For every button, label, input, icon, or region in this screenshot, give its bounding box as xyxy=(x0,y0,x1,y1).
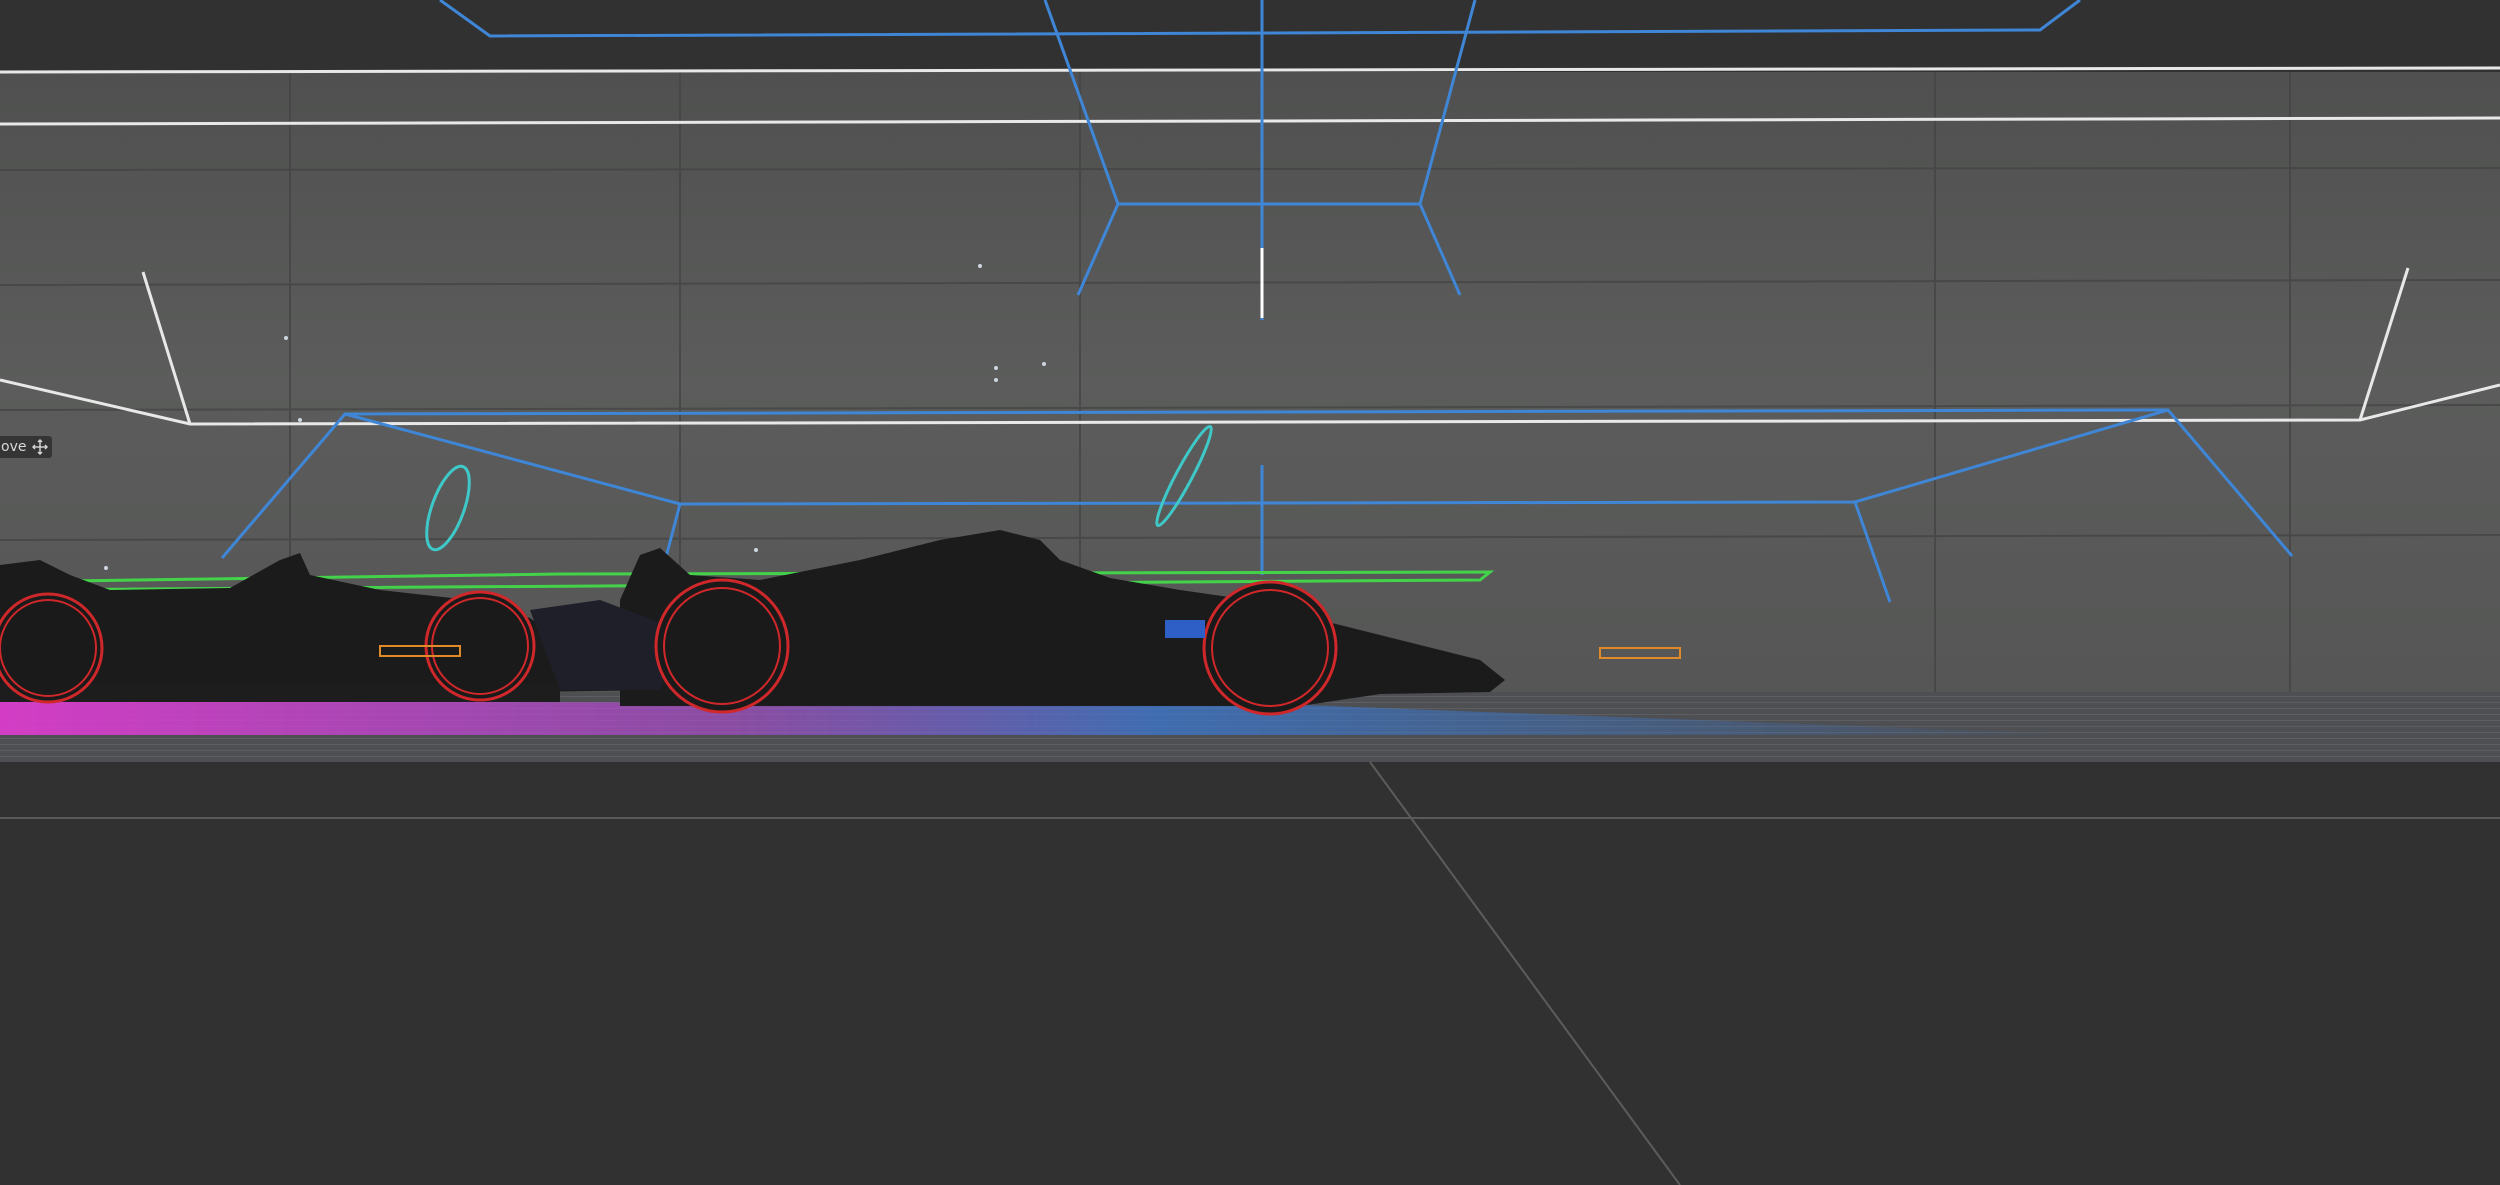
front-car-badge xyxy=(1165,620,1205,638)
front-car-wheel-rear xyxy=(654,578,790,714)
viewport-floor xyxy=(0,762,2500,1185)
move-tool-overlay[interactable]: ove xyxy=(0,436,53,458)
scene-canvas[interactable] xyxy=(0,0,2500,1185)
rear-car-wheel-left xyxy=(0,592,104,704)
3d-viewport[interactable]: ove xyxy=(0,0,2500,1185)
move-arrows-icon xyxy=(32,439,49,455)
move-tool-label: ove xyxy=(1,439,27,455)
front-car-wheel-front xyxy=(1202,580,1338,716)
